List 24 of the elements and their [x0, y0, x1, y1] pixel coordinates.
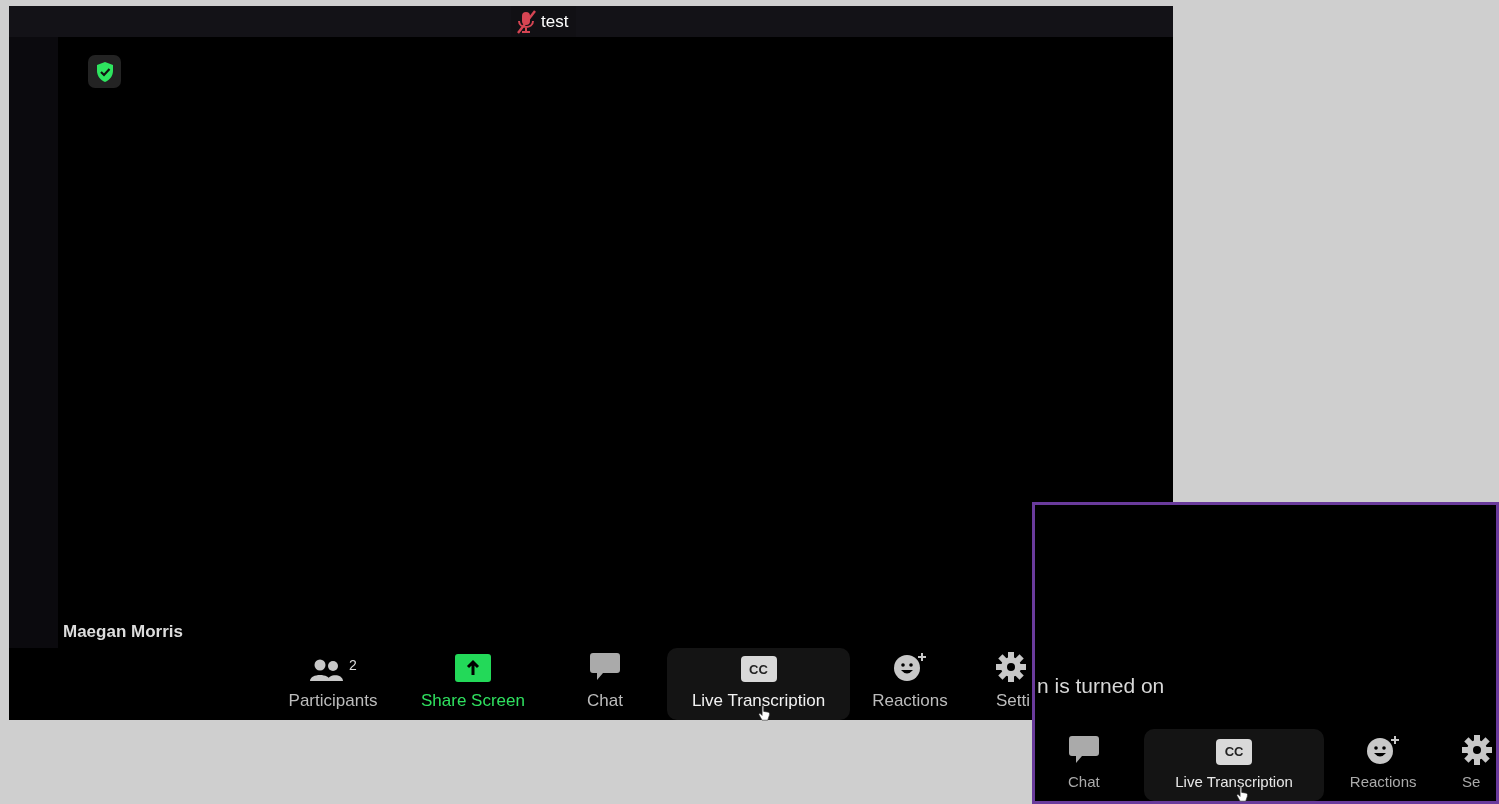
speech-bubble-icon	[1067, 734, 1100, 765]
reactions-toolbar-button[interactable]: Reactions	[1324, 729, 1443, 801]
caption-icon: CC	[740, 656, 777, 683]
smiley-plus-icon	[1366, 734, 1401, 765]
reactions-toolbar-button[interactable]: Reactions	[850, 648, 970, 720]
shield-check-icon	[94, 60, 115, 83]
participants-toolbar-button[interactable]: 2 Participants	[263, 648, 403, 720]
settings-toolbar-button[interactable]: Se	[1462, 729, 1496, 801]
people-icon	[309, 658, 346, 683]
notice-text: n is turned on	[1037, 672, 1166, 699]
gear-icon	[1462, 734, 1493, 765]
meeting-title: test	[541, 10, 569, 33]
cc-toolbar-button[interactable]: CC Live Transcription	[667, 648, 850, 720]
chat-toolbar-button[interactable]: Chat	[543, 648, 667, 720]
participant-count: 2	[349, 658, 357, 673]
participant-name: Maegan Morris	[63, 620, 184, 643]
cc-toolbar-button[interactable]: CC Live Transcription	[1143, 729, 1325, 801]
share-toolbar-button[interactable]: Share Screen	[403, 648, 543, 720]
chat-toolbar-button[interactable]: Chat	[1035, 729, 1133, 801]
caption-icon: CC	[1216, 738, 1253, 765]
security-badge[interactable]	[88, 55, 121, 88]
smiley-plus-icon	[893, 652, 927, 683]
gear-icon	[996, 652, 1026, 683]
settings-toolbar-button[interactable]: Setti	[996, 648, 1031, 720]
